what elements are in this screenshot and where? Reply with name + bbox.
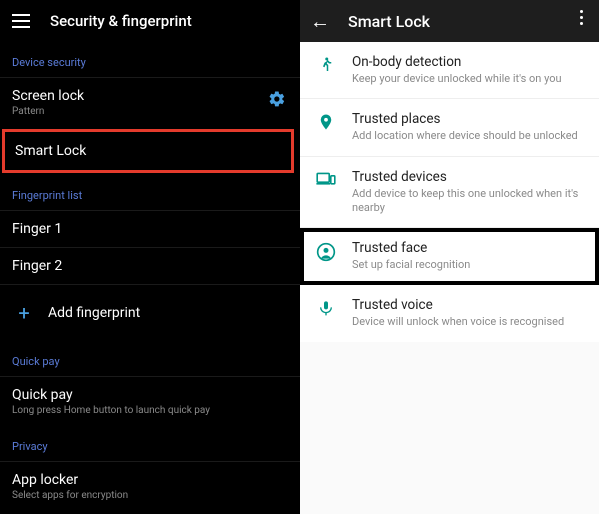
walking-person-icon	[314, 56, 338, 74]
quick-pay-item[interactable]: Quick pay Long press Home button to laun…	[0, 376, 300, 426]
finger-item-2[interactable]: Finger 2	[0, 247, 300, 284]
smart-lock-screen: ← Smart Lock On-body detection Keep your…	[300, 0, 599, 514]
screen-lock-sub: Pattern	[12, 106, 288, 117]
smart-lock-title: Smart Lock	[15, 143, 281, 159]
trusted-face-item[interactable]: Trusted face Set up facial recognition	[300, 228, 599, 285]
item-sub: Add device to keep this one unlocked whe…	[352, 187, 585, 216]
quick-pay-title: Quick pay	[12, 387, 288, 403]
trusted-voice-item[interactable]: Trusted voice Device will unlock when vo…	[300, 285, 599, 341]
plus-icon: +	[12, 301, 36, 325]
on-body-detection-item[interactable]: On-body detection Keep your device unloc…	[300, 42, 599, 99]
app-locker-title: App locker	[12, 472, 288, 488]
smart-lock-options-list: On-body detection Keep your device unloc…	[300, 42, 599, 342]
screen-lock-title: Screen lock	[12, 88, 288, 104]
finger-2-label: Finger 2	[12, 258, 288, 274]
item-title: On-body detection	[352, 54, 562, 70]
left-app-bar: Security & fingerprint	[0, 0, 300, 42]
item-sub: Device will unlock when voice is recogni…	[352, 315, 564, 329]
item-sub: Set up facial recognition	[352, 258, 470, 272]
back-arrow-icon[interactable]: ←	[310, 11, 330, 31]
item-title: Trusted face	[352, 240, 470, 256]
quick-pay-sub: Long press Home button to launch quick p…	[12, 405, 288, 416]
section-fingerprint-list: Fingerprint list	[0, 175, 300, 210]
item-title: Trusted places	[352, 111, 578, 127]
screen-lock-item[interactable]: Screen lock Pattern	[0, 77, 300, 127]
add-fingerprint-item[interactable]: + Add fingerprint	[0, 284, 300, 341]
item-sub: Keep your device unlocked while it's on …	[352, 72, 562, 86]
microphone-icon	[314, 299, 338, 317]
page-title: Security & fingerprint	[50, 12, 192, 30]
menu-icon[interactable]	[12, 14, 30, 28]
smart-lock-item[interactable]: Smart Lock	[2, 129, 294, 173]
item-title: Trusted devices	[352, 169, 585, 185]
overflow-menu-icon[interactable]	[573, 10, 589, 25]
item-sub: Add location where device should be unlo…	[352, 129, 578, 143]
page-title: Smart Lock	[348, 12, 430, 31]
section-device-security: Device security	[0, 42, 300, 77]
trusted-places-item[interactable]: Trusted places Add location where device…	[300, 99, 599, 156]
trusted-devices-item[interactable]: Trusted devices Add device to keep this …	[300, 157, 599, 229]
location-pin-icon	[314, 113, 338, 131]
section-quick-pay: Quick pay	[0, 341, 300, 376]
face-circle-icon	[314, 242, 338, 262]
right-app-bar: ← Smart Lock	[300, 0, 599, 42]
add-fingerprint-label: Add fingerprint	[48, 305, 140, 321]
section-privacy: Privacy	[0, 426, 300, 461]
devices-icon	[314, 171, 338, 187]
app-locker-item[interactable]: App locker Select apps for encryption	[0, 461, 300, 511]
gear-icon[interactable]	[268, 90, 286, 108]
finger-item-1[interactable]: Finger 1	[0, 210, 300, 247]
security-settings-screen: Security & fingerprint Device security S…	[0, 0, 300, 514]
app-locker-sub: Select apps for encryption	[12, 490, 288, 501]
item-title: Trusted voice	[352, 297, 564, 313]
finger-1-label: Finger 1	[12, 221, 288, 237]
